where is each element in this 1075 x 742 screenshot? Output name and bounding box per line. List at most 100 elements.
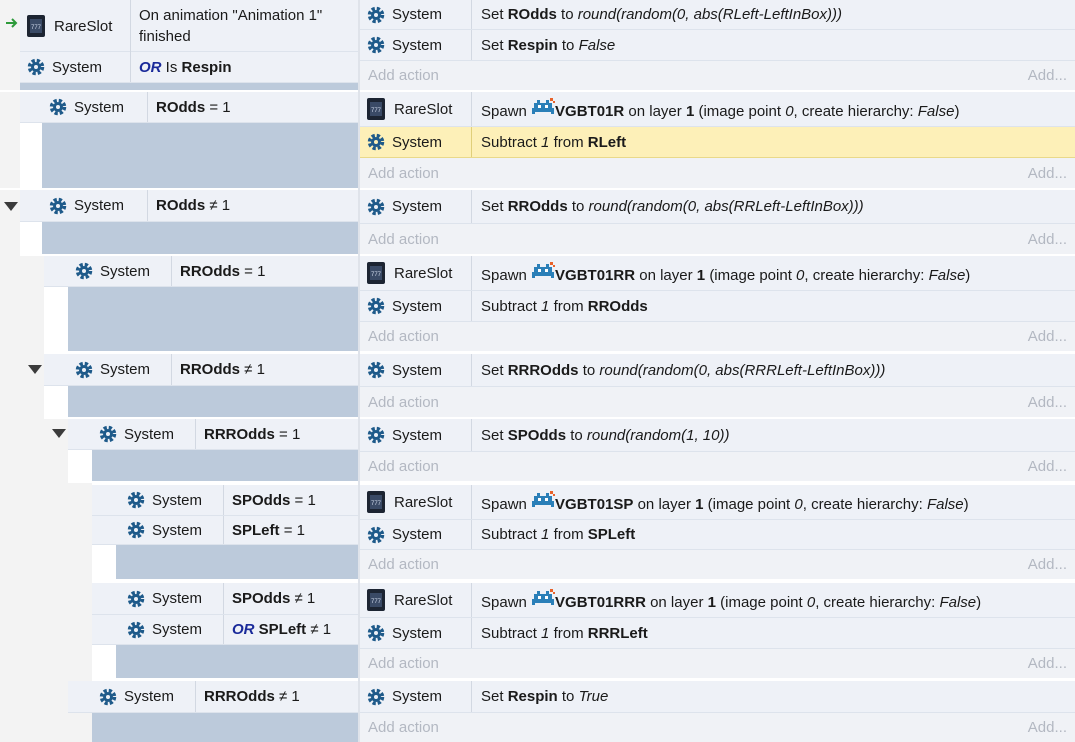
event2-action-subtract[interactable]: System Subtract 1 from RLeft — [360, 127, 1075, 158]
add-action-link[interactable]: Add action — [368, 655, 439, 672]
collapse-triangle-icon[interactable] — [52, 429, 66, 438]
hierarchy-value: False — [926, 496, 964, 513]
system-gear-icon — [48, 196, 68, 216]
event7-condition-spleft[interactable]: System SPLeft = 1 — [92, 516, 358, 545]
var-name: ROdds — [156, 98, 206, 116]
image-point-word: (image point — [720, 594, 803, 611]
add-more-link[interactable]: Add... — [1028, 719, 1067, 736]
event8-condition-spleft[interactable]: System OR SPLeft ≠ 1 — [92, 615, 358, 645]
add-more-link[interactable]: Add... — [1028, 67, 1067, 84]
event4-condition[interactable]: System RROdds = 1 — [44, 256, 358, 287]
event8-action-subtract[interactable]: System Subtract 1 from RRRLeft — [360, 618, 1075, 649]
event7-action-spawn[interactable]: 777 RareSlot Spawn VGBT01SP on layer 1 (i… — [360, 485, 1075, 520]
add-action-link[interactable]: Add action — [368, 328, 439, 345]
sprite-name: VGBT01RRR — [555, 594, 646, 611]
svg-text:777: 777 — [371, 108, 382, 114]
action-text: Set SPOdds to round(random(1, 10)) — [472, 427, 729, 444]
event8-cond-pad — [116, 645, 358, 678]
var-name: SPLeft — [232, 521, 280, 539]
event3-add-action[interactable]: Add action Add... — [360, 224, 1075, 254]
add-more-link[interactable]: Add... — [1028, 458, 1067, 475]
event5-condition[interactable]: System RROdds ≠ 1 — [44, 354, 358, 386]
event2-add-action[interactable]: Add action Add... — [360, 158, 1075, 188]
event4-action-spawn[interactable]: 777 RareSlot Spawn VGBT01RR on layer 1 (i… — [360, 256, 1075, 291]
event5-action-set-rrrodds[interactable]: System Set RRROdds to round(random(0, ab… — [360, 354, 1075, 387]
add-action-link[interactable]: Add action — [368, 556, 439, 573]
add-action-link[interactable]: Add action — [368, 67, 439, 84]
action-text: Subtract 1 from RROdds — [472, 298, 648, 315]
event4-action-subtract[interactable]: System Subtract 1 from RROdds — [360, 291, 1075, 322]
add-more-link[interactable]: Add... — [1028, 165, 1067, 182]
var-name: Respin — [507, 688, 558, 705]
expression: round(random(0, abs(RRRLeft-LeftInBox))) — [599, 361, 886, 379]
event6-add-action[interactable]: Add action Add... — [360, 452, 1075, 481]
event6-action-set-spodds[interactable]: System Set SPOdds to round(random(1, 10)… — [360, 419, 1075, 452]
expression: round(random(0, abs(RLeft-LeftInBox))) — [577, 6, 842, 23]
action-text: Subtract 1 from SPLeft — [472, 526, 635, 543]
sprite-name: VGBT01SP — [555, 496, 634, 513]
hierarchy-word: create hierarchy: — [823, 594, 936, 611]
add-more-link[interactable]: Add... — [1028, 556, 1067, 573]
system-gear-icon — [126, 490, 146, 510]
hierarchy-word: create hierarchy: — [801, 103, 914, 120]
event6-condition[interactable]: System RRROdds = 1 — [68, 419, 358, 450]
rareslot-sprite-icon: 777 — [367, 98, 385, 120]
add-action-link[interactable]: Add action — [368, 165, 439, 182]
event8-condition-spodds[interactable]: System SPOdds ≠ 1 — [92, 583, 358, 615]
add-action-link[interactable]: Add action — [368, 394, 439, 411]
event1-action-set-rodds[interactable]: System Set ROdds to round(random(0, abs(… — [360, 0, 1075, 30]
on-layer-word: on layer — [637, 496, 691, 513]
event9-condition[interactable]: System RRROdds ≠ 1 — [68, 681, 358, 713]
event9-add-action[interactable]: Add action Add... — [360, 713, 1075, 742]
sprite-name: VGBT01R — [555, 103, 625, 120]
value: True — [578, 688, 609, 705]
add-action-link[interactable]: Add action — [368, 458, 439, 475]
add-more-link[interactable]: Add... — [1028, 328, 1067, 345]
event9-action-set-respin[interactable]: System Set Respin to True — [360, 681, 1075, 713]
event8-action-spawn[interactable]: 777 RareSlot Spawn VGBT01RRR on layer 1 (… — [360, 583, 1075, 618]
event3-cond-pad — [42, 222, 358, 254]
svg-text:777: 777 — [371, 599, 382, 605]
event3-condition[interactable]: System ROdds ≠ 1 — [20, 190, 358, 222]
event1-add-action[interactable]: Add action Add... — [360, 61, 1075, 90]
object-name: System — [392, 526, 443, 543]
event1-condition-animation[interactable]: 777 RareSlot On animation "Animation 1" … — [20, 0, 358, 52]
event7-cond-pad — [116, 545, 358, 579]
event1-action-set-respin[interactable]: System Set Respin to False — [360, 30, 1075, 61]
event1-condition-respin[interactable]: System OR Is Respin — [20, 52, 358, 83]
event2-action-spawn[interactable]: 777 RareSlot Spawn VGBT01R on layer 1 (im… — [360, 92, 1075, 127]
subtract-word: Subtract — [481, 133, 537, 151]
hierarchy-word: create hierarchy: — [812, 267, 925, 284]
action-text: Subtract 1 from RLeft — [472, 134, 626, 151]
add-action-link[interactable]: Add action — [368, 719, 439, 736]
event7-condition-spodds[interactable]: System SPOdds = 1 — [92, 485, 358, 516]
var-name: RRROdds — [204, 688, 275, 705]
invader-sprite-icon — [531, 98, 556, 120]
add-more-link[interactable]: Add... — [1028, 655, 1067, 672]
condition-text: RRROdds = 1 — [196, 426, 300, 443]
event2-condition[interactable]: System ROdds = 1 — [20, 92, 358, 123]
event4-add-action[interactable]: Add action Add... — [360, 322, 1075, 351]
set-word: Set — [481, 198, 504, 215]
add-action-link[interactable]: Add action — [368, 231, 439, 248]
event9-cond-pad — [92, 713, 358, 742]
event7-action-subtract[interactable]: System Subtract 1 from SPLeft — [360, 520, 1075, 550]
collapse-triangle-icon[interactable] — [4, 202, 18, 211]
system-gear-icon — [366, 525, 386, 545]
spawn-word: Spawn — [481, 267, 527, 284]
add-more-link[interactable]: Add... — [1028, 394, 1067, 411]
event3-action-set-rrodds[interactable]: System Set RROdds to round(random(0, abs… — [360, 190, 1075, 224]
var-name: Respin — [507, 36, 558, 54]
collapse-triangle-icon[interactable] — [28, 365, 42, 374]
condition-text: ROdds = 1 — [148, 99, 231, 116]
object-name: System — [124, 425, 175, 443]
add-more-link[interactable]: Add... — [1028, 231, 1067, 248]
event8-add-action[interactable]: Add action Add... — [360, 649, 1075, 678]
from-word: from — [553, 526, 584, 543]
object-name: System — [392, 688, 443, 705]
event5-add-action[interactable]: Add action Add... — [360, 387, 1075, 417]
var-name: RRROdds — [507, 361, 579, 379]
action-text: Set RROdds to round(random(0, abs(RRLeft… — [472, 198, 864, 215]
layer-number: 1 — [685, 103, 695, 120]
event7-add-action[interactable]: Add action Add... — [360, 550, 1075, 579]
